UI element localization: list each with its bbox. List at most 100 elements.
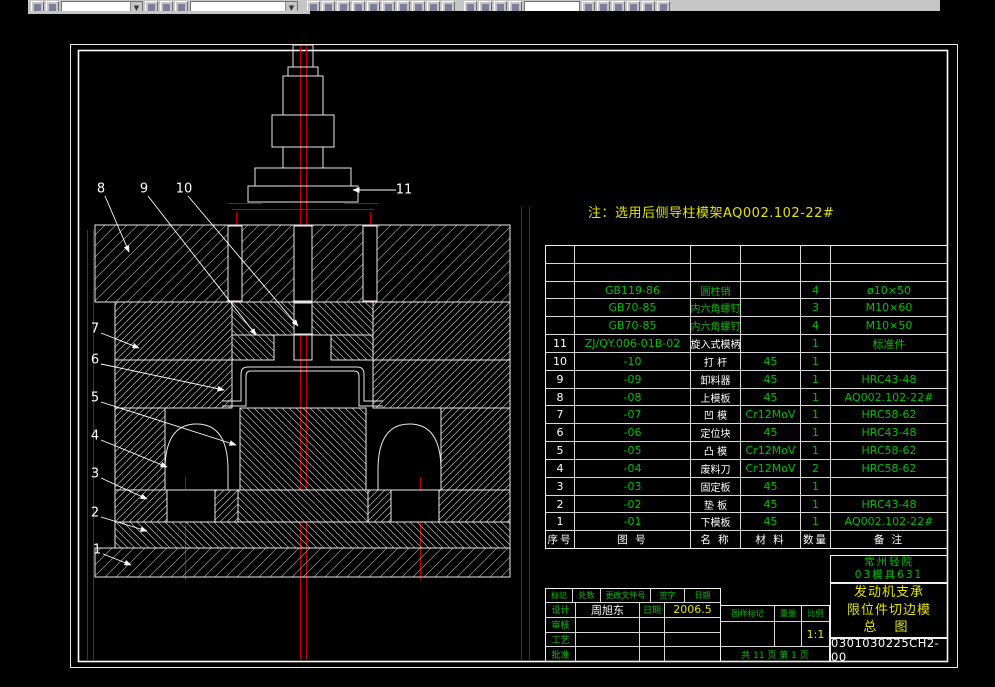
parts-table-cell: -09 bbox=[575, 370, 691, 388]
parts-table-cell: 卸料器 bbox=[691, 370, 741, 388]
parts-table-cell: 图 号 bbox=[575, 531, 691, 549]
parts-table-cell: -10 bbox=[575, 352, 691, 370]
parts-table-cell bbox=[831, 478, 947, 495]
parts-table-cell: 下模板 bbox=[691, 513, 741, 531]
parts-table-cell: 3 bbox=[546, 477, 575, 495]
callout-7: 7 bbox=[91, 322, 99, 337]
part-name-line1: 发动机支承 bbox=[853, 585, 924, 601]
rev-col-label: 日期 bbox=[694, 591, 711, 600]
part-name-line2: 限位件切边模 bbox=[846, 602, 931, 618]
parts-table-cell: 垫 板 bbox=[691, 495, 741, 513]
parts-table-cell: 8 bbox=[546, 388, 575, 406]
parts-table-cell: 3 bbox=[801, 299, 831, 317]
sheet-type: 总 图 bbox=[863, 620, 915, 636]
parts-table-row: 5 -05 凸 模 Cr12MoV 1 HRC58-62 bbox=[546, 442, 947, 460]
callout-2: 2 bbox=[91, 506, 99, 521]
parts-table-cell: GB70-85 bbox=[575, 317, 691, 335]
parts-table-cell: HRC43-48 bbox=[861, 372, 917, 386]
stripper-right bbox=[330, 334, 374, 361]
parts-table-cell bbox=[801, 246, 831, 263]
die-shank bbox=[247, 44, 359, 203]
parts-table-cell bbox=[741, 281, 801, 299]
date-label: 日期 bbox=[640, 603, 665, 617]
parts-table-row: GB70-85 内六角螺钉 3 M10×60 bbox=[546, 299, 947, 318]
parts-table-cell bbox=[575, 263, 691, 281]
parts-table-cell: GB70-85 bbox=[575, 299, 691, 317]
parts-table-cell: 1 bbox=[801, 424, 831, 442]
parts-table-cell bbox=[691, 263, 741, 281]
parts-table-cell: 1 bbox=[801, 370, 831, 388]
parts-table-cell bbox=[741, 263, 801, 281]
stripper-left bbox=[231, 334, 275, 361]
parts-table-cell: 10 bbox=[546, 352, 575, 370]
parts-table-cell: 圆柱销 bbox=[691, 281, 741, 299]
parts-table-cell: 5 bbox=[546, 442, 575, 459]
parts-table-cell: 45 bbox=[741, 370, 801, 388]
parts-table-cell: Cr12MoV bbox=[741, 459, 801, 477]
punch-row bbox=[114, 407, 511, 491]
drawing-number-block: 0301030225CH2-00 bbox=[830, 636, 948, 664]
parts-table-cell: 45 bbox=[741, 352, 801, 370]
parts-table-cell: 标准件 bbox=[872, 337, 906, 351]
punch bbox=[239, 407, 367, 491]
parts-table-cell: -01 bbox=[575, 513, 691, 531]
die-holder-row bbox=[114, 301, 511, 361]
parts-table-cell: -06 bbox=[575, 424, 691, 442]
punch-flange bbox=[237, 489, 369, 523]
org-name: 常州轻院 bbox=[864, 556, 914, 568]
callout-1: 1 bbox=[93, 543, 101, 558]
scrap-cutter-right bbox=[440, 407, 511, 491]
process-label: 工艺 bbox=[546, 632, 576, 647]
dome-cutout-left bbox=[164, 423, 229, 490]
parts-table-row: 1 -01 下模板 45 1 AQ002.102-22# bbox=[546, 513, 947, 532]
parts-table-cell bbox=[831, 264, 947, 281]
parts-table-cell: 定位块 bbox=[691, 424, 741, 442]
parts-table-cell: 45 bbox=[741, 424, 801, 442]
parts-table-cell: 1 bbox=[801, 388, 831, 406]
parts-table-cell: -08 bbox=[575, 388, 691, 406]
parts-table-row: GB119-86 圆柱销 4 ø10×50 bbox=[546, 281, 947, 300]
spacer-left bbox=[166, 489, 216, 523]
parts-table-cell: 内六角螺钉 bbox=[691, 299, 741, 317]
parts-table-cell: HRC58-62 bbox=[861, 444, 917, 458]
die-block-right bbox=[372, 301, 511, 361]
callout-5: 5 bbox=[91, 391, 99, 406]
parts-table-cell bbox=[546, 246, 575, 263]
parts-table-cell: -03 bbox=[575, 477, 691, 495]
drawing-note: 注：选用后侧导柱模架AQ002.102-22# bbox=[588, 206, 835, 221]
parts-table-cell: 1 bbox=[801, 335, 831, 352]
parts-table-cell: Cr12MoV bbox=[741, 406, 801, 424]
part-name-block: 发动机支承 限位件切边模 总 图 bbox=[830, 583, 948, 638]
parts-table-cell: 6 bbox=[546, 424, 575, 442]
parts-table-cell: ø10×50 bbox=[867, 283, 911, 297]
cad-application-window: ▼ ▼ 1 2 3 4 5 6 7 8 9 10 11 注：选用后侧导柱模架AQ… bbox=[0, 0, 995, 687]
design-label: 设计 bbox=[546, 603, 576, 617]
rev-col-label: 标记 bbox=[546, 589, 573, 602]
parts-table-cell bbox=[691, 246, 741, 263]
callout-10: 10 bbox=[176, 182, 193, 197]
callout-4: 4 bbox=[91, 429, 99, 444]
parts-table-row bbox=[546, 246, 947, 264]
parts-table-cell: 备 注 bbox=[873, 534, 905, 547]
parts-table-row bbox=[546, 263, 947, 282]
parts-table-cell: 废料刀 bbox=[691, 459, 741, 477]
knockout-rod-channel bbox=[293, 225, 313, 302]
parts-table: GB119-86 圆柱销 4 ø10×50 GB70-85 内六角螺钉 3 M10×60 GB7… bbox=[545, 245, 948, 549]
callout-8: 8 bbox=[97, 182, 105, 197]
parts-table-cell: 45 bbox=[741, 477, 801, 495]
mark-label: 图样标记 bbox=[721, 606, 775, 621]
parts-table-cell: M10×50 bbox=[865, 319, 913, 333]
parts-table-cell bbox=[741, 299, 801, 317]
scale-label: 比例 bbox=[807, 609, 824, 618]
parts-table-cell: 7 bbox=[546, 406, 575, 424]
parts-table-cell: 上模板 bbox=[691, 388, 741, 406]
parts-table-cell: 11 bbox=[546, 335, 575, 352]
parts-table-header: 序号图 号名 称材 料数量 备 注 bbox=[546, 531, 947, 549]
date-value: 2006.5 bbox=[673, 603, 712, 617]
workpiece-hat-section bbox=[222, 366, 383, 407]
parts-table-cell: 序号 bbox=[546, 531, 575, 549]
parts-table-row: 9 -09 卸料器 45 1 HRC43-48 bbox=[546, 370, 947, 389]
callout-6: 6 bbox=[91, 353, 99, 368]
parts-table-cell: M10×60 bbox=[865, 301, 913, 315]
dome-cutout-right bbox=[377, 423, 442, 490]
